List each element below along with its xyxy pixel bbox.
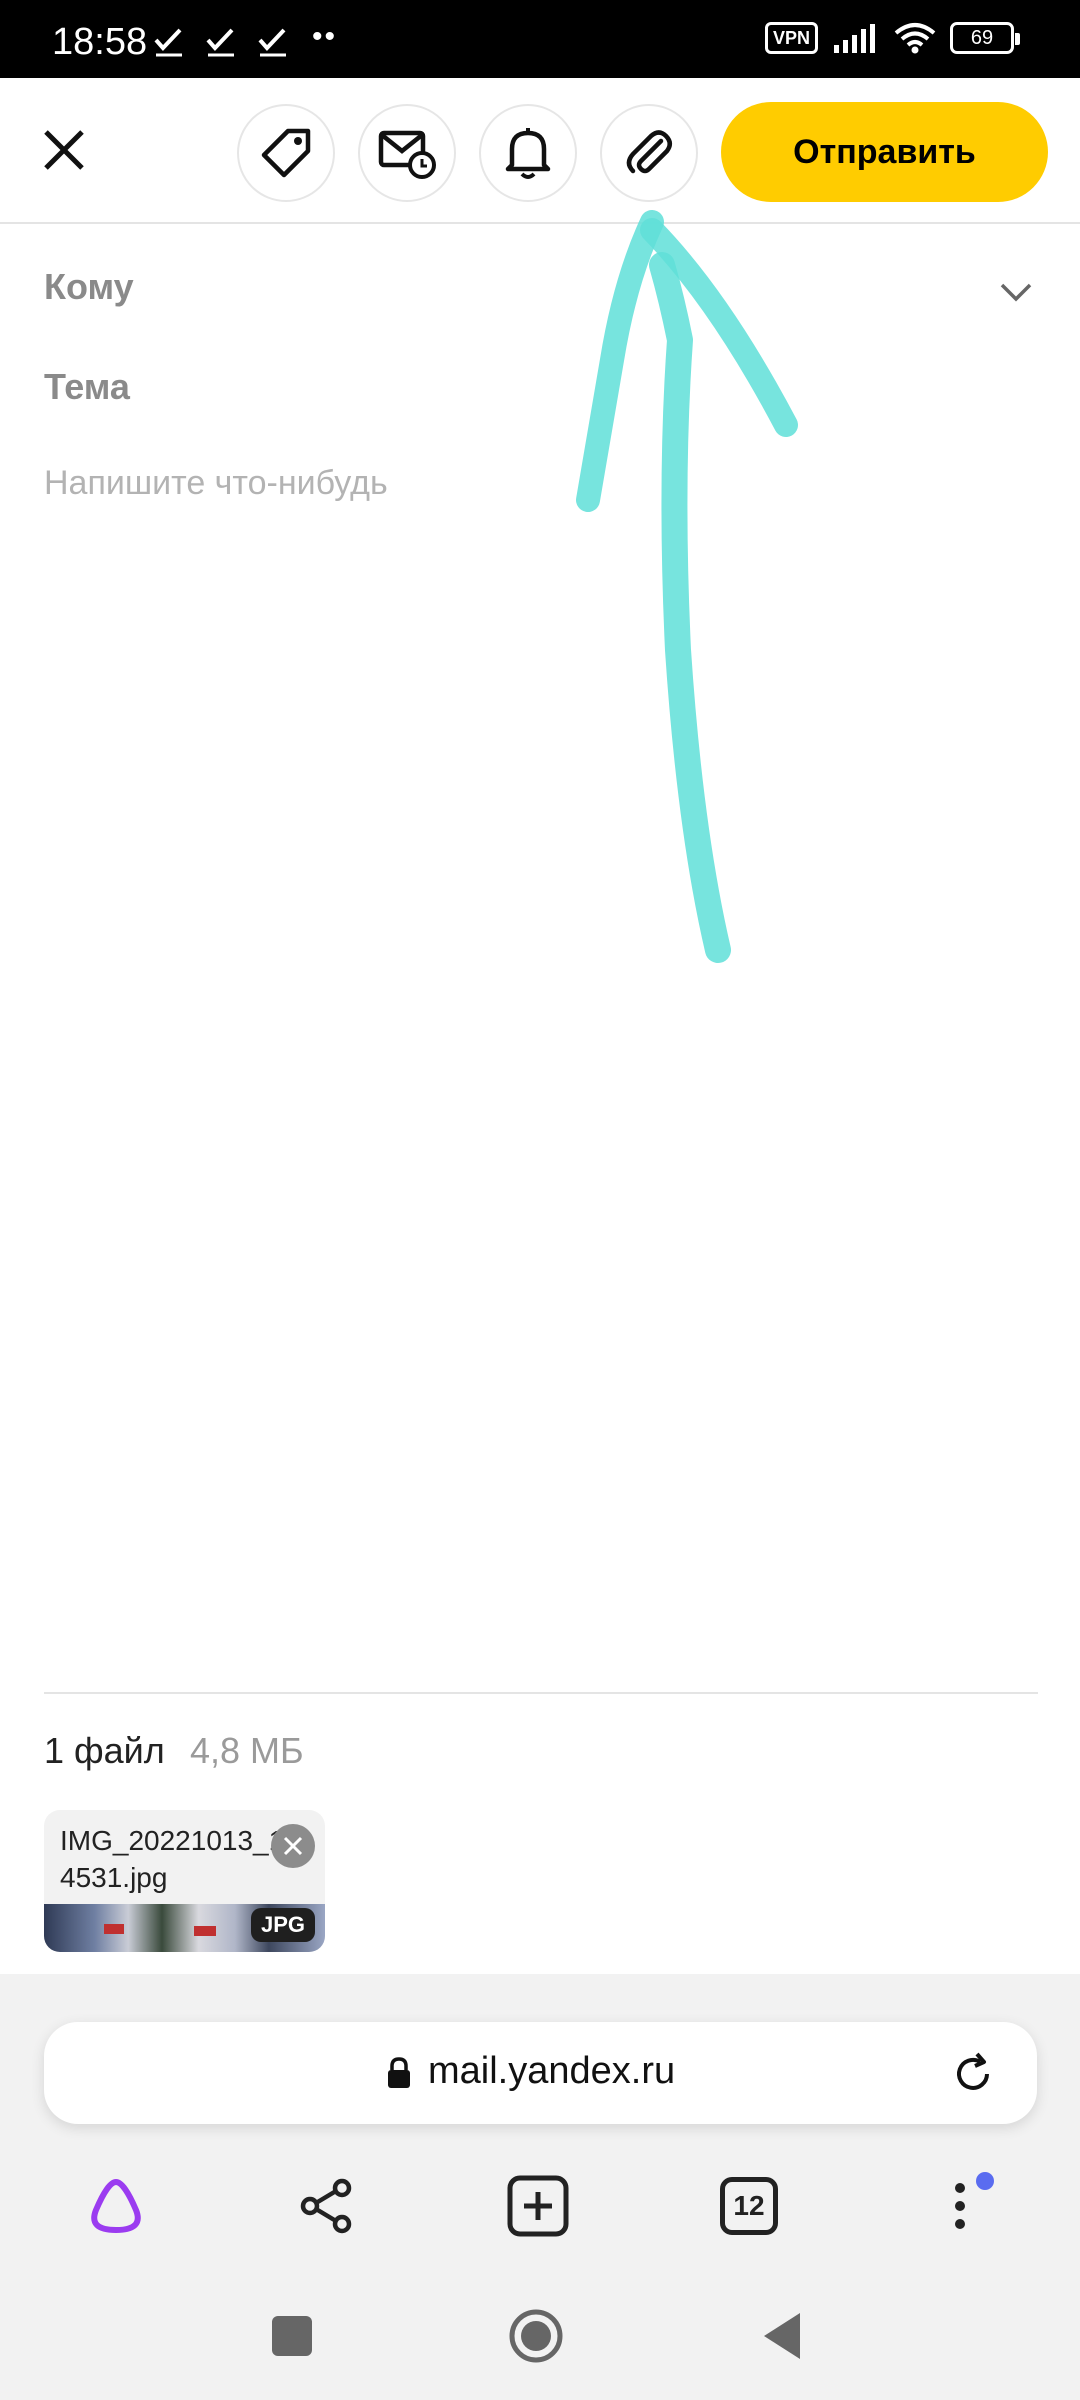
signal-icon [834,24,875,53]
attachments-size: 4,8 МБ [190,1730,304,1771]
remove-attachment-button[interactable] [271,1824,315,1868]
back-button[interactable] [752,2306,812,2366]
vpn-badge: VPN [764,22,818,54]
compose-toolbar: Отправить [0,78,1080,224]
check-notification-icon [154,28,182,57]
more-vertical-icon [955,2183,965,2229]
tabs-count: 12 [720,2177,778,2235]
wifi-icon [894,23,936,54]
status-indicators: VPN 69 [764,22,1020,54]
close-icon [283,1836,303,1856]
recents-button[interactable] [262,2306,322,2366]
chevron-down-icon[interactable] [996,272,1036,312]
attach-button[interactable] [600,104,698,202]
bell-icon [505,128,551,179]
tabs-button[interactable]: 12 [713,2170,785,2242]
alice-icon [91,2179,141,2233]
message-body-input[interactable]: Напишите что-нибудь [44,464,388,503]
browser-menu-button[interactable] [924,2170,996,2242]
check-notification-icon [206,28,234,57]
browser-nav-row: 12 [0,2160,1080,2250]
battery-indicator: 69 [950,22,1020,54]
attachment-card[interactable]: IMG_20221013_154531.jpg JPG [44,1810,325,1952]
reminder-button[interactable] [479,104,577,202]
close-button[interactable] [36,122,92,178]
attachments-divider [44,1692,1038,1694]
recipient-field[interactable]: Кому [44,266,134,308]
address-bar[interactable]: mail.yandex.ru [44,2022,1037,2124]
home-button[interactable] [506,2306,566,2366]
more-notifications-icon: •• [312,20,338,53]
plus-square-icon [507,2175,569,2237]
share-icon [300,2178,352,2234]
back-triangle-icon [764,2313,800,2359]
share-button[interactable] [290,2170,362,2242]
file-type-badge: JPG [250,1908,315,1942]
circle-icon [509,2309,563,2363]
square-icon [272,2316,312,2356]
scheduled-send-button[interactable] [358,104,456,202]
compose-screen: 18:58 •• VPN 69 Отправить Кому Тема Напи… [0,0,1080,2400]
subject-field[interactable]: Тема [44,366,130,408]
address-text[interactable]: mail.yandex.ru [428,2050,675,2093]
mail-clock-icon [378,130,436,179]
notification-icons [152,24,290,58]
lock-icon [388,2057,410,2088]
system-navigation-bar [0,2284,1080,2384]
label-button[interactable] [237,104,335,202]
reload-icon[interactable] [949,2050,997,2098]
status-time: 18:58 [52,21,148,63]
alice-button[interactable] [80,2170,152,2242]
attachment-file-name: IMG_20221013_154531.jpg [60,1825,300,1893]
check-notification-icon [258,28,286,57]
notification-dot [976,2172,994,2190]
send-button[interactable]: Отправить [721,102,1048,202]
paperclip-icon [626,130,672,174]
attachments-count: 1 файл [44,1730,165,1771]
tag-icon [261,128,311,178]
close-icon [44,130,84,170]
new-tab-button[interactable] [502,2170,574,2242]
status-bar: 18:58 •• VPN 69 [0,0,1080,78]
